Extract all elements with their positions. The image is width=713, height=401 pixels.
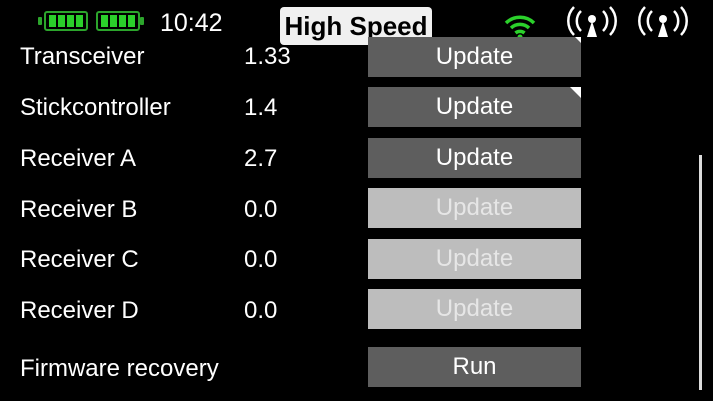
row-label: Receiver D [20, 297, 139, 324]
update-button-stickcontroller[interactable]: Update [368, 87, 581, 127]
button-label: Update [435, 194, 514, 221]
corner-indicator [575, 37, 581, 43]
update-button-receiver-d[interactable]: Update [368, 289, 581, 329]
row-label: Firmware recovery [20, 355, 219, 382]
row-version: 1.33 [244, 43, 291, 70]
row-label: Receiver A [20, 145, 137, 172]
button-label: Run [452, 353, 497, 380]
row-label: Stickcontroller [20, 94, 171, 121]
antenna-icon [638, 6, 688, 37]
tx-battery-icon [44, 11, 88, 31]
button-label: Update [435, 295, 514, 322]
button-label: Update [435, 144, 514, 171]
row-version: 0.0 [244, 246, 278, 273]
button-label: Update [435, 245, 514, 272]
update-button-transceiver[interactable]: Update [368, 37, 581, 77]
corner-indicator [570, 87, 581, 98]
status-bar: 10:42 High Speed [0, 0, 713, 45]
clock: 10:42 [160, 9, 223, 37]
run-recovery-button[interactable]: Run [368, 347, 581, 387]
update-button-receiver-a[interactable]: Update [368, 138, 581, 178]
row-version: 0.0 [244, 196, 278, 223]
rx-battery-terminal [140, 17, 144, 25]
rx-battery-icon [96, 11, 140, 31]
button-label: Update [435, 93, 514, 120]
antenna-icon [567, 6, 617, 37]
update-button-receiver-b[interactable]: Update [368, 188, 581, 228]
row-version: 0.0 [244, 297, 278, 324]
row-version: 1.4 [244, 94, 278, 121]
scrollbar[interactable] [699, 155, 702, 390]
button-label: Update [435, 43, 514, 70]
update-button-receiver-c[interactable]: Update [368, 239, 581, 279]
row-label: Receiver C [20, 246, 139, 273]
row-label: Transceiver [20, 43, 145, 70]
tx-battery-terminal [38, 17, 42, 25]
row-version: 2.7 [244, 145, 278, 172]
row-label: Receiver B [20, 196, 138, 223]
